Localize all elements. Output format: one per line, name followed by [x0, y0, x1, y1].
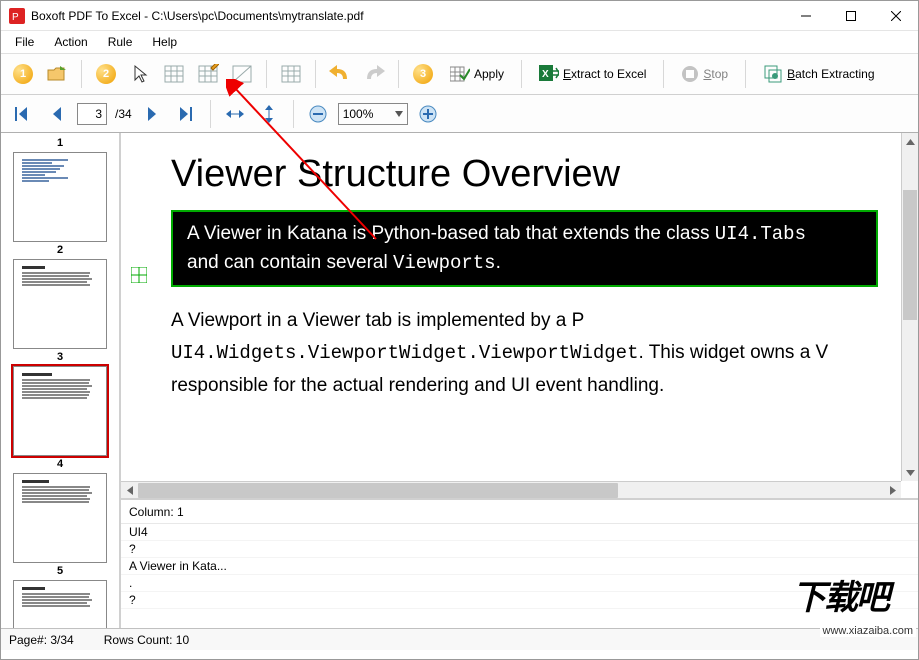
zoom-out-icon [309, 105, 327, 123]
next-icon [146, 107, 158, 121]
last-icon [178, 107, 194, 121]
stop-label: Stop [703, 67, 728, 81]
selected-text-region[interactable]: A Viewer in Katana is Python-based tab t… [171, 210, 878, 287]
step2-badge: 2 [92, 60, 120, 88]
menu-action[interactable]: Action [46, 33, 95, 51]
selection-cursor-button[interactable] [126, 60, 154, 88]
undo-icon [329, 65, 351, 83]
menu-file[interactable]: File [7, 33, 42, 51]
page-heading: Viewer Structure Overview [171, 153, 878, 196]
table-tool-4-button[interactable] [277, 60, 305, 88]
thumbnail-pane[interactable]: 1 2 3 4 5 [1, 133, 121, 628]
svg-text:P: P [12, 12, 19, 23]
main-area: 1 2 3 4 5 Viewer Structure Overview A [1, 133, 918, 628]
hscroll-handle[interactable] [138, 483, 618, 498]
table-tool-1-button[interactable] [160, 60, 188, 88]
apply-label: Apply [474, 67, 504, 81]
zoom-select[interactable]: 100% [338, 103, 408, 125]
table-check-icon [450, 65, 470, 83]
thumbnail-5[interactable]: 5 [3, 565, 117, 628]
step1-badge: 1 [9, 60, 37, 88]
thumbnail-3[interactable]: 3 [3, 351, 117, 456]
thumbnail-2[interactable]: 2 [3, 244, 117, 349]
scroll-up-icon[interactable] [902, 133, 918, 150]
prev-icon [51, 107, 63, 121]
first-icon [15, 107, 31, 121]
prev-page-button[interactable] [43, 100, 71, 128]
right-pane: Viewer Structure Overview A Viewer in Ka… [121, 133, 918, 628]
batch-label: Batch Extracting [787, 67, 874, 81]
last-page-button[interactable] [172, 100, 200, 128]
scroll-right-icon[interactable] [884, 482, 901, 499]
stop-button: Stop [674, 60, 735, 88]
fit-page-button[interactable] [255, 100, 283, 128]
preview-vscroll[interactable] [901, 133, 918, 481]
data-panel-header: Column: 1 [121, 500, 918, 524]
preview-hscroll[interactable] [121, 481, 901, 498]
table-edit-icon [197, 64, 219, 84]
zoom-out-button[interactable] [304, 100, 332, 128]
data-row[interactable]: ? [121, 541, 918, 558]
folder-open-icon [46, 64, 68, 84]
app-icon: P [9, 8, 25, 24]
scroll-left-icon[interactable] [121, 482, 138, 499]
selection-handle-icon[interactable] [131, 267, 147, 283]
open-file-button[interactable] [43, 60, 71, 88]
status-page: Page#: 3/34 [9, 633, 74, 647]
batch-icon [763, 64, 783, 84]
scroll-down-icon[interactable] [902, 464, 918, 481]
status-rows: Rows Count: 10 [104, 633, 189, 647]
thumbnail-4[interactable]: 4 [3, 458, 117, 563]
menu-bar: File Action Rule Help [1, 31, 918, 53]
excel-icon: X [539, 65, 559, 83]
zoom-in-icon [419, 105, 437, 123]
fit-width-icon [226, 106, 244, 122]
batch-extracting-button[interactable]: Batch Extracting [756, 60, 881, 88]
fit-width-button[interactable] [221, 100, 249, 128]
title-bar: P Boxoft PDF To Excel - C:\Users\pc\Docu… [1, 1, 918, 31]
menu-help[interactable]: Help [144, 33, 185, 51]
data-row[interactable]: UI4 [121, 524, 918, 541]
maximize-button[interactable] [828, 1, 873, 30]
watermark-url: www.xiazaiba.com [820, 625, 916, 637]
redo-button[interactable] [360, 60, 388, 88]
close-button[interactable] [873, 1, 918, 30]
main-toolbar: 1 2 3 Apply X Extract to Excel Stop Batc… [1, 53, 918, 95]
svg-text:X: X [542, 69, 549, 80]
step3-badge: 3 [409, 60, 437, 88]
body-text: A Viewport in a Viewer tab is implemente… [171, 305, 878, 402]
table-tool-3-button[interactable] [228, 60, 256, 88]
page-total-label: /34 [115, 107, 132, 121]
status-bar: Page#: 3/34 Rows Count: 10 [1, 628, 918, 650]
stop-icon [681, 65, 699, 83]
first-page-button[interactable] [9, 100, 37, 128]
apply-button[interactable]: Apply [443, 60, 511, 88]
watermark-logo: 下载吧 [792, 570, 888, 619]
preview-pane[interactable]: Viewer Structure Overview A Viewer in Ka… [121, 133, 918, 500]
vscroll-handle[interactable] [903, 190, 917, 320]
extract-to-excel-button[interactable]: X Extract to Excel [532, 60, 653, 88]
thumbnail-1[interactable]: 1 [3, 137, 117, 242]
table-tool-2-button[interactable] [194, 60, 222, 88]
nav-toolbar: /34 100% [1, 95, 918, 133]
table-slash-icon [231, 64, 253, 84]
dropdown-icon [395, 111, 403, 117]
window-title: Boxoft PDF To Excel - C:\Users\pc\Docume… [31, 9, 783, 23]
table-add-icon [280, 64, 302, 84]
fit-page-icon [261, 105, 277, 123]
table-grid-icon [163, 64, 185, 84]
undo-button[interactable] [326, 60, 354, 88]
minimize-button[interactable] [783, 1, 828, 30]
page-number-input[interactable] [77, 103, 107, 125]
next-page-button[interactable] [138, 100, 166, 128]
extract-label: Extract to Excel [563, 67, 646, 81]
menu-rule[interactable]: Rule [100, 33, 141, 51]
zoom-in-button[interactable] [414, 100, 442, 128]
redo-icon [363, 65, 385, 83]
cursor-icon [131, 64, 149, 84]
zoom-value: 100% [343, 107, 374, 121]
